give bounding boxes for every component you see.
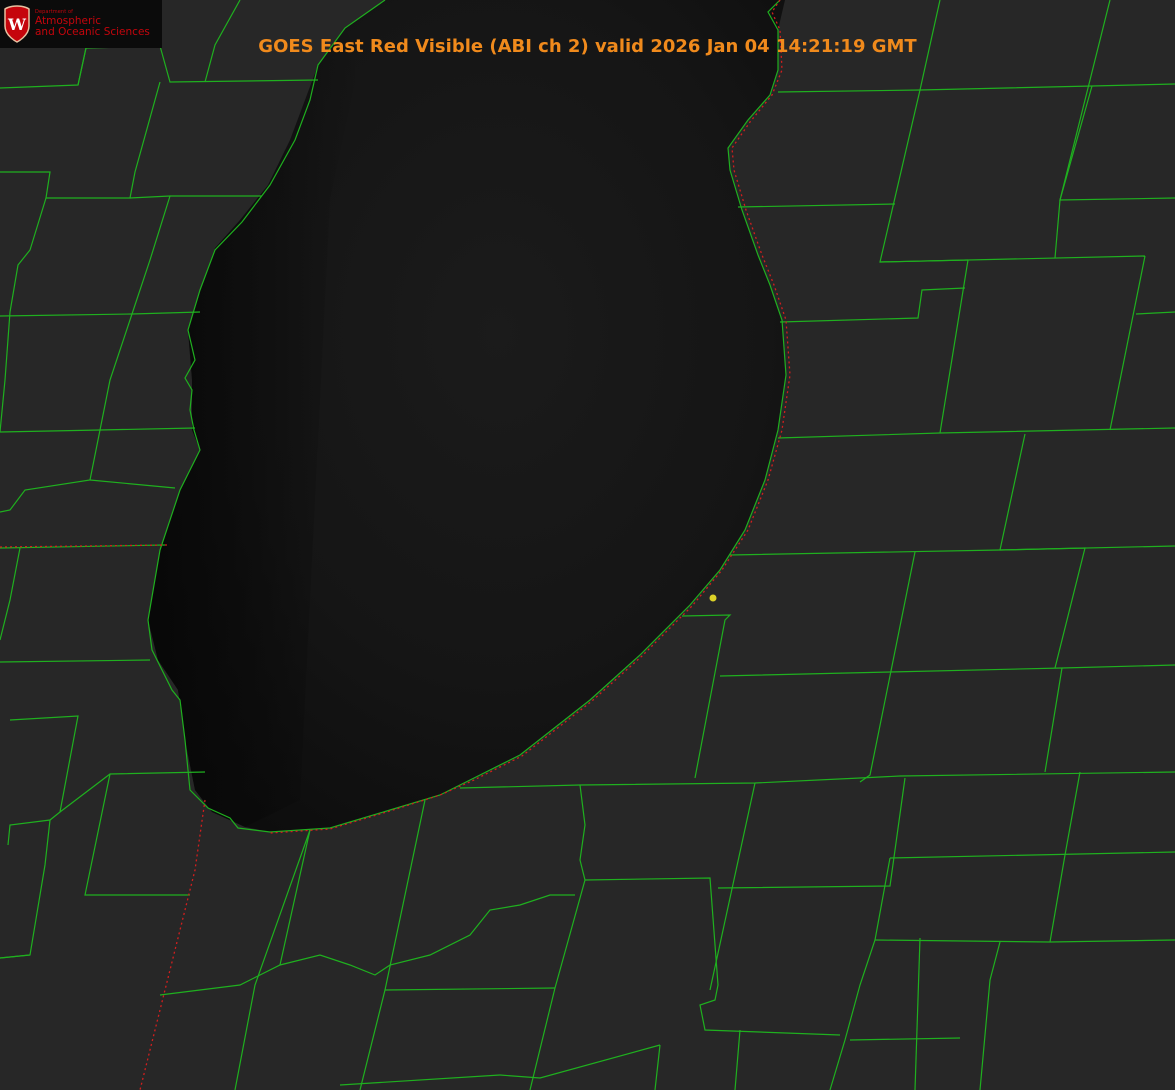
location-marker	[709, 594, 717, 602]
map-canvas	[0, 0, 1175, 1090]
image-title: GOES East Red Visible (ABI ch 2) valid 2…	[258, 36, 917, 57]
satellite-image: W Department of Atmospheric and Oceanic …	[0, 0, 1175, 1090]
svg-text:W: W	[7, 15, 27, 34]
logo-line-1: Atmospheric	[35, 14, 102, 27]
